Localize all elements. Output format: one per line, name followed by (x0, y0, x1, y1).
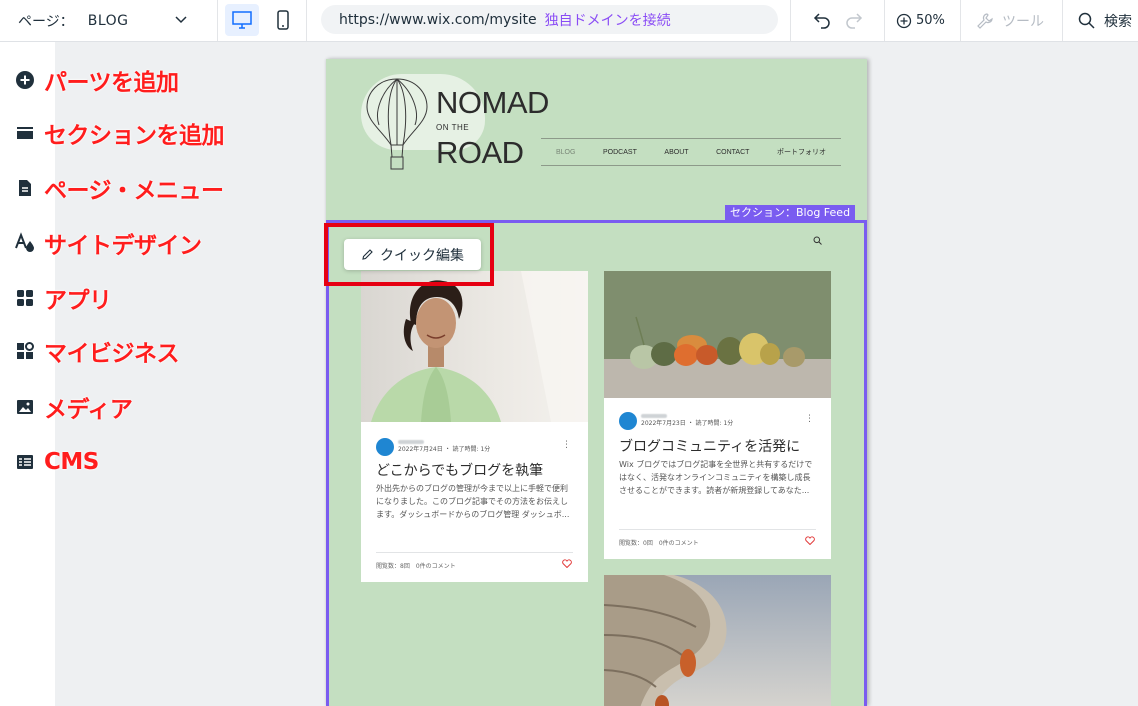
divider (217, 0, 218, 41)
top-bar: ページ： BLOG https://www.wix.com/mysite 独自ド… (0, 0, 1138, 42)
post-date: 2022年7月23日 ・ 読了時間: 1分 (641, 420, 734, 427)
site-url-bar[interactable]: https://www.wix.com/mysite 独自ドメインを接続 (321, 5, 778, 34)
post-excerpt: Wix ブログではブログ記事を全世界と共有するだけではなく、活発なオンラインコミ… (619, 460, 813, 495)
blog-post-card[interactable]: 2022年7月24日 ・ 読了時間: 1分 ⋮ どこからでもブログを執筆 外出先… (361, 271, 588, 582)
page-icon (14, 177, 36, 199)
post-stats: 閲覧数：8回 0件のコメント (376, 563, 456, 570)
sidebar-item-cms[interactable]: CMS (14, 447, 99, 477)
sidebar-item-label: メディア (44, 397, 133, 423)
undo-icon (813, 13, 830, 29)
undo-button[interactable] (808, 7, 836, 33)
heart-icon[interactable] (562, 559, 572, 568)
search-label: 検索 (1104, 13, 1132, 30)
tools-label: ツール (1002, 13, 1044, 30)
quick-edit-button[interactable]: クイック編集 (344, 239, 481, 270)
divider (1062, 0, 1063, 41)
post-image-woman (361, 271, 588, 422)
connect-domain-link[interactable]: 独自ドメインを接続 (545, 10, 671, 30)
desktop-icon (232, 11, 252, 29)
page-selector-label: ページ： (18, 13, 74, 30)
post-stats: 閲覧数：0回 0件のコメント (619, 540, 699, 547)
sidebar-item-pages-menu[interactable]: ページ・メニュー (14, 173, 224, 204)
blog-search-icon[interactable] (813, 236, 822, 245)
sidebar-item-label: ページ・メニュー (44, 178, 224, 204)
post-excerpt: 外出先からのブログの管理が今まで以上に手軽で便利になりました。このブログ記事でそ… (376, 484, 570, 519)
divider (790, 0, 791, 41)
author-name-blurred (641, 414, 667, 418)
card-divider (376, 552, 573, 553)
sidebar-item-site-design[interactable]: サイトデザイン (14, 228, 202, 259)
sidebar-item-label: サイトデザイン (44, 233, 202, 259)
nav-item-contact[interactable]: CONTACT (716, 149, 749, 156)
nav-item-portfolio[interactable]: ポートフォリオ (777, 147, 826, 157)
pencil-icon (362, 249, 373, 260)
chevron-down-icon (175, 16, 187, 24)
apps-icon (14, 287, 36, 309)
mobile-icon (277, 10, 289, 30)
more-actions-icon[interactable]: ⋮ (805, 414, 814, 424)
media-icon (14, 396, 36, 418)
tools-button[interactable]: ツール (976, 0, 1044, 41)
site-url: https://www.wix.com/mysite (339, 11, 537, 28)
divider (884, 0, 885, 41)
blog-post-card[interactable]: 2022年7月23日 ・ 読了時間: 1分 ⋮ ブログコミュニティを活発に Wi… (604, 271, 831, 559)
quick-edit-label: クイック編集 (380, 247, 464, 264)
blog-post-card[interactable] (604, 575, 831, 706)
section-label[interactable]: セクション：Blog Feed (725, 205, 856, 220)
post-title: ブログコミュニティを活発に (619, 439, 801, 455)
wrench-icon (977, 12, 993, 29)
site-navigation: BLOG PODCAST ABOUT CONTACT ポートフォリオ (541, 138, 841, 166)
zoom-in-icon (896, 13, 912, 28)
plus-circle-icon (14, 69, 36, 91)
sidebar-item-add-elements[interactable]: パーツを追加 (14, 65, 179, 96)
redo-icon (846, 13, 863, 29)
business-icon (14, 340, 36, 362)
redo-button[interactable] (840, 7, 868, 33)
heart-icon[interactable] (805, 536, 815, 545)
card-divider (619, 529, 816, 530)
sidebar-item-media[interactable]: メディア (14, 392, 133, 423)
divider (960, 0, 961, 41)
sidebar-item-label: CMS (44, 449, 99, 475)
post-title: どこからでもブログを執筆 (376, 463, 544, 479)
post-image-vegetables (604, 271, 831, 398)
sidebar-item-label: マイビジネス (44, 341, 180, 367)
nav-item-blog[interactable]: BLOG (556, 149, 575, 156)
author-name-blurred (398, 440, 424, 444)
author-avatar (376, 438, 394, 456)
logo-line-1: NOMAD (436, 85, 549, 120)
sidebar-item-label: セクションを追加 (44, 123, 225, 149)
sidebar-item-label: アプリ (44, 288, 112, 314)
search-button[interactable]: 検索 (1078, 0, 1132, 41)
hot-air-balloon-icon (366, 78, 428, 170)
sidebar-item-label: パーツを追加 (44, 70, 179, 96)
mobile-view-button[interactable] (266, 4, 300, 36)
page-selector-value: BLOG (87, 12, 129, 29)
site-canvas: NOMAD ON THE ROAD BLOG PODCAST ABOUT CON… (326, 59, 867, 706)
author-avatar (619, 412, 637, 430)
search-icon (1078, 12, 1095, 29)
sidebar-item-apps[interactable]: アプリ (14, 283, 112, 314)
sidebar-item-my-business[interactable]: マイビジネス (14, 336, 180, 367)
nav-item-about[interactable]: ABOUT (664, 149, 688, 156)
more-actions-icon[interactable]: ⋮ (562, 440, 571, 450)
logo-line-2: ON THE (436, 123, 470, 132)
cms-icon (14, 451, 36, 473)
logo-line-3: ROAD (436, 135, 524, 170)
post-date: 2022年7月24日 ・ 読了時間: 1分 (398, 446, 491, 453)
sidebar-item-add-section[interactable]: セクションを追加 (14, 118, 225, 149)
post-image-building (604, 575, 831, 706)
section-icon (14, 122, 36, 144)
divider (306, 0, 307, 41)
zoom-control[interactable]: 50% (896, 0, 945, 41)
desktop-view-button[interactable] (225, 4, 259, 36)
page-selector[interactable]: ページ： BLOG (18, 0, 198, 41)
design-icon (14, 232, 36, 254)
zoom-level: 50% (916, 13, 945, 28)
nav-item-podcast[interactable]: PODCAST (603, 149, 637, 156)
